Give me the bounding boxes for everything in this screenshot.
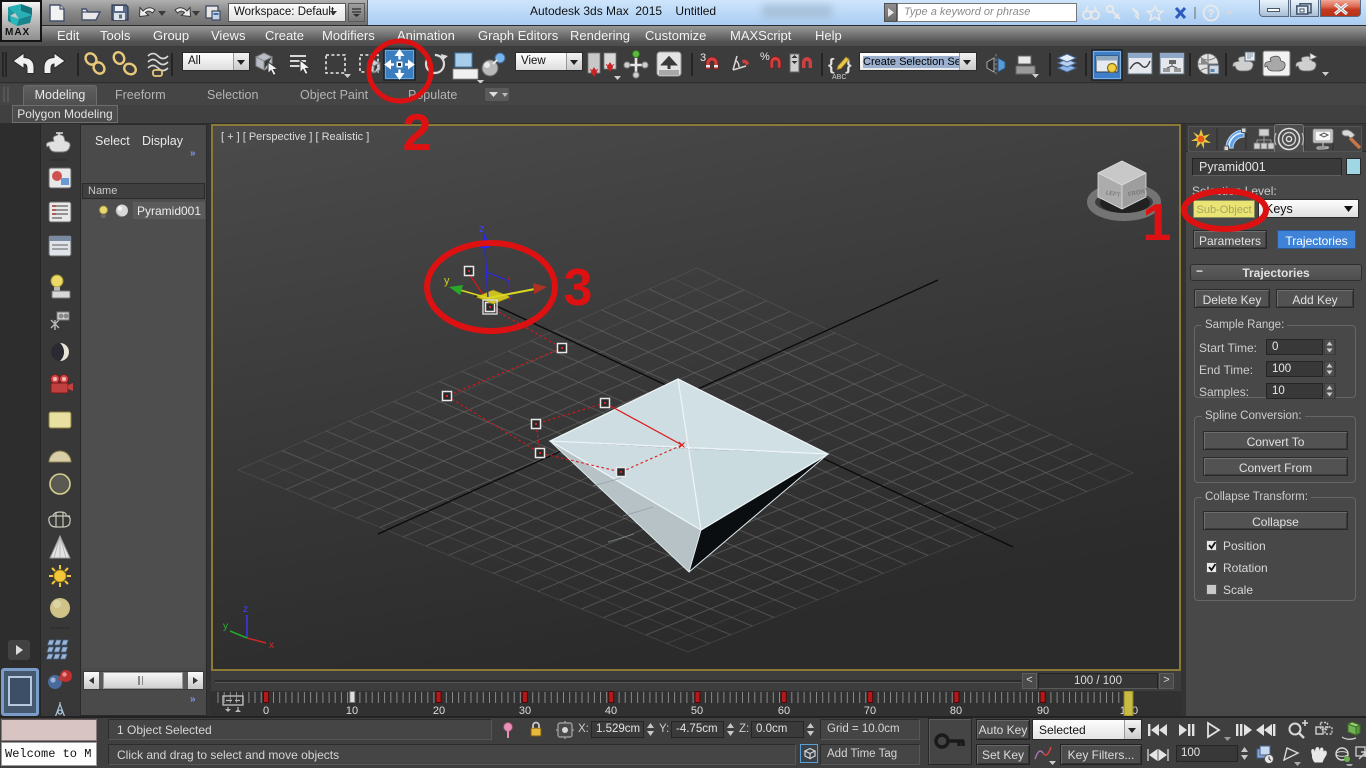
svg-text:z: z	[479, 223, 485, 235]
svg-text:y: y	[444, 275, 450, 287]
svg-text:40: 40	[605, 705, 617, 716]
svg-text:80: 80	[950, 705, 962, 716]
svg-text:90: 90	[1037, 705, 1049, 716]
svg-text:%: %	[760, 51, 770, 63]
svg-text:?: ?	[1208, 8, 1215, 20]
svg-text:3: 3	[700, 52, 706, 64]
svg-text:{: {	[828, 55, 835, 74]
svg-text:0: 0	[263, 705, 269, 716]
svg-text:60: 60	[778, 705, 790, 716]
svg-text:ABC: ABC	[832, 74, 846, 81]
svg-text:30: 30	[519, 705, 531, 716]
svg-text:50: 50	[691, 705, 703, 716]
svg-text:y: y	[223, 621, 228, 632]
svg-text:20: 20	[433, 705, 445, 716]
svg-text:10: 10	[346, 705, 358, 716]
svg-text:70: 70	[864, 705, 876, 716]
svg-text:z: z	[243, 604, 248, 615]
svg-text:x: x	[269, 640, 274, 651]
